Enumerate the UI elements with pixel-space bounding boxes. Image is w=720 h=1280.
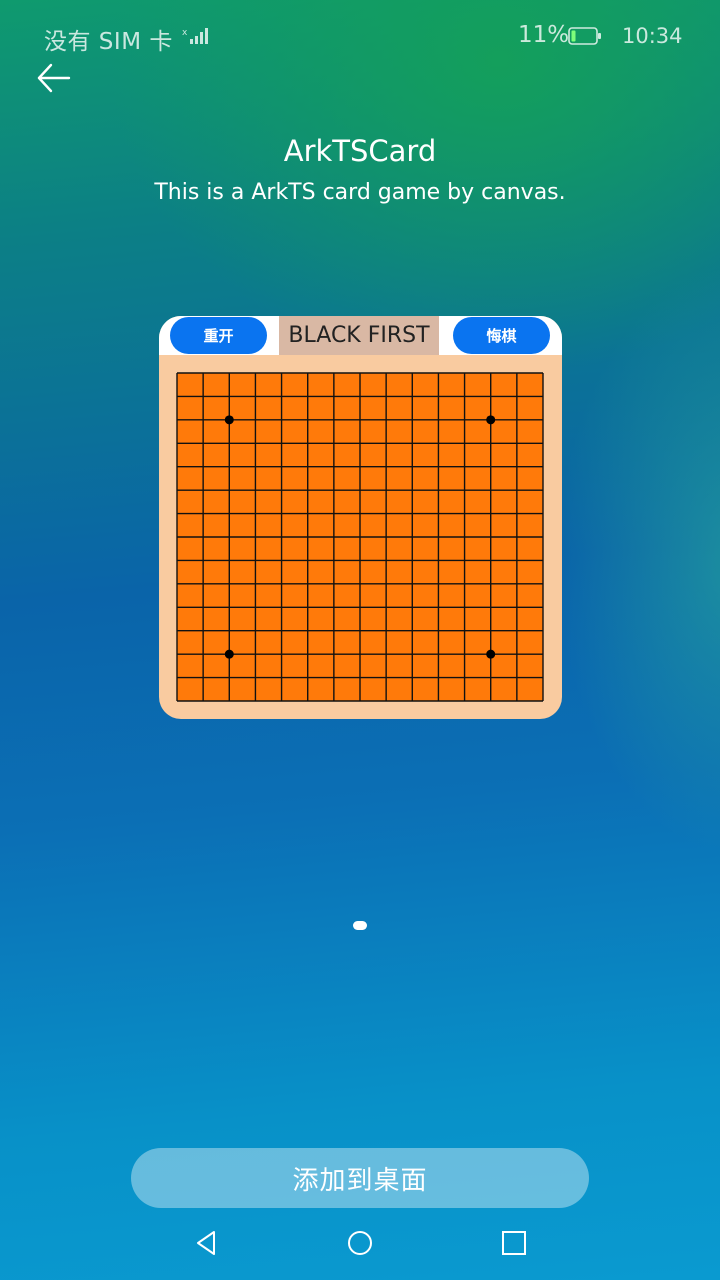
- restart-button[interactable]: 重开: [170, 317, 267, 354]
- page-indicator: [353, 921, 367, 930]
- widget-card: 重开 BLACK FIRST 悔棋: [159, 316, 562, 719]
- square-recent-icon[interactable]: [499, 1228, 529, 1258]
- board-star-point: [224, 415, 234, 425]
- gomoku-board[interactable]: [176, 372, 544, 702]
- clock: 10:34: [622, 24, 683, 48]
- board-star-point: [486, 415, 496, 425]
- battery-percent: 11%: [518, 22, 570, 48]
- back-button[interactable]: [34, 58, 74, 98]
- carrier-text: 没有 SIM 卡: [44, 29, 173, 55]
- page-title: ArkTSCard: [283, 134, 437, 168]
- screen: 没有 SIM 卡 x 11% 10:34 ArkTSCard This is a…: [0, 0, 720, 1280]
- undo-button[interactable]: 悔棋: [453, 317, 550, 354]
- svg-text:x: x: [182, 28, 188, 38]
- add-to-desktop-button[interactable]: 添加到桌面: [131, 1148, 589, 1208]
- status-bar: 没有 SIM 卡 x 11% 10:34: [0, 0, 720, 70]
- battery-icon: [568, 27, 601, 45]
- turn-status: BLACK FIRST: [279, 316, 439, 355]
- arrow-left-icon: [37, 63, 71, 93]
- triangle-back-icon[interactable]: [192, 1228, 222, 1258]
- page-subtitle: This is a ArkTS card game by canvas.: [154, 180, 566, 205]
- signal-icon: x: [182, 28, 208, 44]
- board-star-point: [486, 649, 496, 659]
- circle-home-icon[interactable]: [345, 1228, 375, 1258]
- board-star-point: [224, 649, 234, 659]
